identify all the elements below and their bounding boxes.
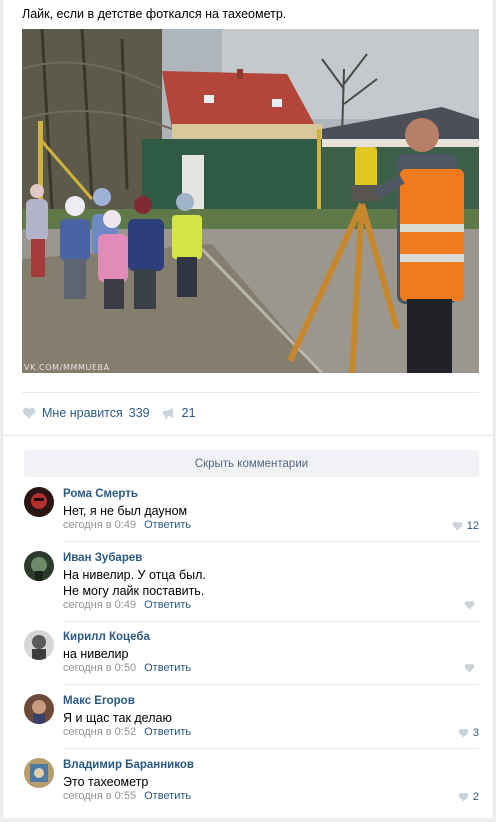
comment-author[interactable]: Макс Егоров xyxy=(63,695,135,707)
comment-like-count: 12 xyxy=(466,520,479,532)
comment-time[interactable]: сегодня в 0:49 xyxy=(63,519,136,531)
avatar[interactable] xyxy=(24,487,54,517)
avatar[interactable] xyxy=(24,694,54,724)
reply-button[interactable]: Ответить xyxy=(144,519,191,531)
comment-item: Кирилл Коцеба на нивелир сегодня в 0:50 О… xyxy=(24,630,479,694)
comment-item: Макс Егоров Я и щас так делаю сегодня в … xyxy=(24,694,479,758)
comment-like-count: 2 xyxy=(472,791,479,803)
share-count: 21 xyxy=(181,406,196,420)
comment-item: Рома Смерть Нет, я не был дауном сегодня… xyxy=(24,487,479,551)
reply-button[interactable]: Ответить xyxy=(144,790,191,802)
heart-icon xyxy=(452,521,463,531)
comment-like-button[interactable] xyxy=(464,600,479,610)
comment-divider xyxy=(63,748,479,749)
comment-like-button[interactable]: 2 xyxy=(458,791,479,803)
post-actions: Мне нравится 339 21 xyxy=(22,404,196,422)
comment-text: Я и щас так делаю xyxy=(63,711,172,725)
comment-item: Владимир Баранников Это тахеометр сегодн… xyxy=(24,758,479,822)
comment-time[interactable]: сегодня в 0:49 xyxy=(63,599,136,611)
comment-meta: сегодня в 0:50 Ответить xyxy=(63,662,191,674)
comment-like-button[interactable]: 3 xyxy=(458,727,479,739)
comment-divider xyxy=(63,541,479,542)
comment-divider xyxy=(63,621,479,622)
heart-icon xyxy=(22,407,36,419)
like-button[interactable]: Мне нравится 339 xyxy=(22,406,150,420)
comments-divider xyxy=(3,435,493,436)
comment-text: на нивелир xyxy=(63,647,129,661)
post-photo[interactable]: VK.COM/MMMUEBA xyxy=(22,29,479,373)
heart-icon xyxy=(458,728,469,738)
comment-author[interactable]: Рома Смерть xyxy=(63,488,138,500)
heart-icon xyxy=(464,663,475,673)
comment-text: Нет, я не был дауном xyxy=(63,504,188,518)
reply-button[interactable]: Ответить xyxy=(144,662,191,674)
comment-divider xyxy=(63,684,479,685)
comment-text: Это тахеометр xyxy=(63,775,149,789)
comment-time[interactable]: сегодня в 0:50 xyxy=(63,662,136,674)
comment-author[interactable]: Иван Зубарев xyxy=(63,552,142,564)
comment-meta: сегодня в 0:49 Ответить xyxy=(63,519,191,531)
comment-time[interactable]: сегодня в 0:55 xyxy=(63,790,136,802)
comment-meta: сегодня в 0:55 Ответить xyxy=(63,790,191,802)
wall-post: Лайк, если в детстве фоткался на тахеоме… xyxy=(2,0,494,818)
comment-like-count: 3 xyxy=(472,727,479,739)
hide-comments-button[interactable]: Скрыть комментарии xyxy=(24,450,479,477)
comment-text: На нивелир. У отца был. Не могу лайк пос… xyxy=(63,568,206,598)
comment-like-button[interactable] xyxy=(464,663,479,673)
like-count: 339 xyxy=(128,406,150,420)
comment-author[interactable]: Владимир Баранников xyxy=(63,759,194,771)
post-text: Лайк, если в детстве фоткался на тахеоме… xyxy=(22,7,287,21)
avatar[interactable] xyxy=(24,758,54,788)
heart-icon xyxy=(458,792,469,802)
avatar[interactable] xyxy=(24,551,54,581)
comment-item: Иван Зубарев На нивелир. У отца был. Не … xyxy=(24,551,479,622)
actions-divider xyxy=(22,392,479,393)
like-label: Мне нравится xyxy=(42,406,123,420)
comment-time[interactable]: сегодня в 0:52 xyxy=(63,726,136,738)
photo-illustration xyxy=(22,29,479,373)
comment-meta: сегодня в 0:49 Ответить xyxy=(63,599,191,611)
avatar[interactable] xyxy=(24,630,54,660)
photo-watermark: VK.COM/MMMUEBA xyxy=(24,363,110,372)
comment-like-button[interactable]: 12 xyxy=(452,520,479,532)
reply-button[interactable]: Ответить xyxy=(144,726,191,738)
reply-button[interactable]: Ответить xyxy=(144,599,191,611)
comment-meta: сегодня в 0:52 Ответить xyxy=(63,726,191,738)
megaphone-icon xyxy=(162,408,173,419)
share-button[interactable]: 21 xyxy=(162,406,196,420)
comment-author[interactable]: Кирилл Коцеба xyxy=(63,631,150,643)
heart-icon xyxy=(464,600,475,610)
